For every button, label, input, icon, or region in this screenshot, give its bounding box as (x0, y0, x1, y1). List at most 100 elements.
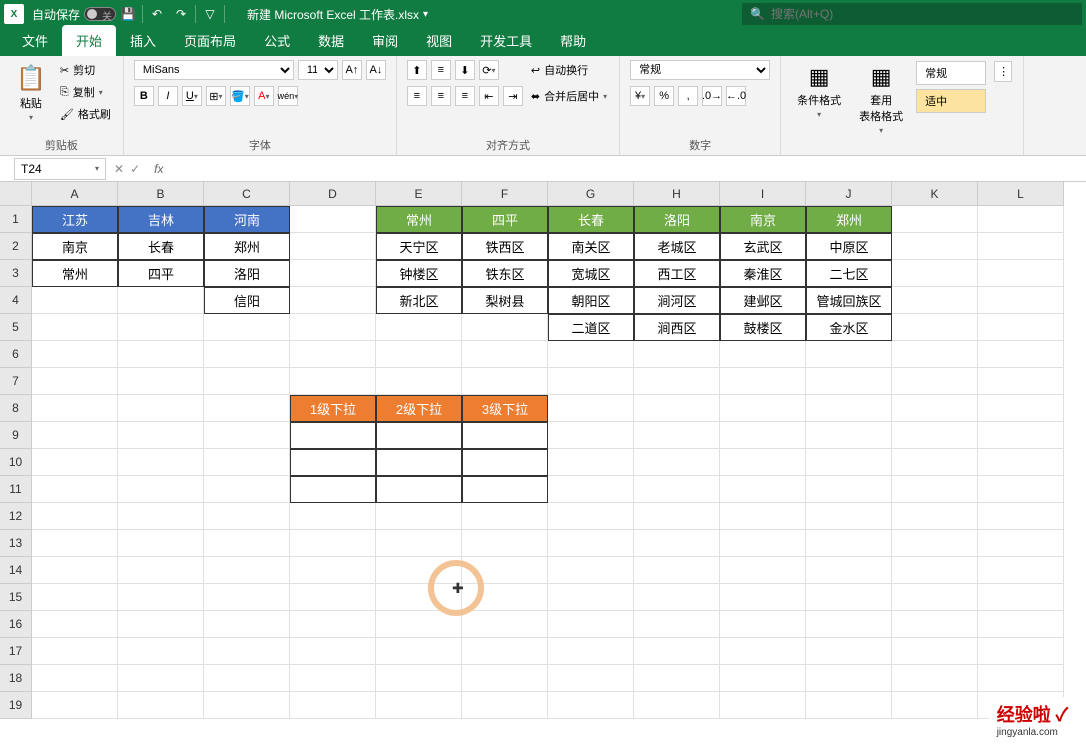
cell[interactable] (376, 584, 462, 611)
tab-data[interactable]: 数据 (304, 25, 358, 56)
cell[interactable] (118, 395, 204, 422)
cell[interactable] (548, 476, 634, 503)
fx-label[interactable]: fx (148, 162, 169, 176)
cell[interactable] (462, 314, 548, 341)
row-header-6[interactable]: 6 (0, 341, 32, 368)
toggle-switch[interactable]: 关 (84, 7, 116, 21)
cell[interactable] (290, 476, 376, 503)
cell[interactable] (290, 557, 376, 584)
cell[interactable] (32, 314, 118, 341)
cell[interactable] (32, 368, 118, 395)
cell[interactable] (978, 584, 1064, 611)
cell[interactable] (892, 233, 978, 260)
cell[interactable] (720, 692, 806, 719)
cell[interactable] (892, 449, 978, 476)
cell[interactable] (806, 395, 892, 422)
cell[interactable] (806, 530, 892, 557)
cell[interactable] (118, 422, 204, 449)
currency-button[interactable]: ¥▾ (630, 86, 650, 106)
orientation-button[interactable]: ⟳▾ (479, 60, 499, 80)
col-header-J[interactable]: J (806, 182, 892, 206)
row-header-17[interactable]: 17 (0, 638, 32, 665)
cell[interactable] (118, 449, 204, 476)
cell[interactable] (118, 665, 204, 692)
cell[interactable] (118, 503, 204, 530)
cell[interactable] (978, 233, 1064, 260)
select-all-corner[interactable] (0, 182, 32, 206)
cell[interactable] (462, 449, 548, 476)
phonetic-button[interactable]: wén▾ (278, 86, 298, 106)
cell[interactable] (634, 449, 720, 476)
cell[interactable]: 南京 (720, 206, 806, 233)
cell[interactable]: 宽城区 (548, 260, 634, 287)
filename-dropdown-icon[interactable]: ▾ (423, 9, 428, 20)
cell[interactable]: 铁西区 (462, 233, 548, 260)
align-left-button[interactable]: ≡ (407, 86, 427, 106)
cell[interactable]: 洛阳 (204, 260, 290, 287)
cell[interactable] (806, 503, 892, 530)
cell[interactable]: 四平 (118, 260, 204, 287)
cell[interactable] (892, 665, 978, 692)
cell[interactable] (204, 665, 290, 692)
cell[interactable] (634, 557, 720, 584)
cell[interactable] (290, 665, 376, 692)
tab-formulas[interactable]: 公式 (250, 25, 304, 56)
cell[interactable] (892, 476, 978, 503)
col-header-H[interactable]: H (634, 182, 720, 206)
tab-review[interactable]: 审阅 (358, 25, 412, 56)
bold-button[interactable]: B (134, 86, 154, 106)
col-header-A[interactable]: A (32, 182, 118, 206)
cell[interactable] (462, 557, 548, 584)
search-box[interactable]: 🔍 (742, 3, 1082, 25)
cell[interactable] (634, 503, 720, 530)
cell[interactable] (376, 611, 462, 638)
underline-button[interactable]: U▾ (182, 86, 202, 106)
cell[interactable] (462, 368, 548, 395)
cell[interactable] (118, 287, 204, 314)
cell[interactable] (376, 314, 462, 341)
cell[interactable]: 信阳 (204, 287, 290, 314)
cell[interactable]: 南京 (32, 233, 118, 260)
cell[interactable]: 长春 (548, 206, 634, 233)
cell[interactable] (118, 368, 204, 395)
cell[interactable] (32, 449, 118, 476)
copy-button[interactable]: ⎘复制▾ (58, 82, 113, 102)
cell[interactable]: 老城区 (634, 233, 720, 260)
cell[interactable] (892, 557, 978, 584)
cell[interactable] (978, 638, 1064, 665)
cell[interactable] (462, 665, 548, 692)
cell[interactable] (978, 422, 1064, 449)
row-header-12[interactable]: 12 (0, 503, 32, 530)
cell[interactable]: 常州 (32, 260, 118, 287)
cells-area[interactable]: ✚ 江苏吉林河南常州四平长春洛阳南京郑州南京长春郑州天宁区铁西区南关区老城区玄武… (32, 206, 1064, 719)
cell[interactable] (376, 476, 462, 503)
cell[interactable] (892, 260, 978, 287)
cell[interactable] (548, 368, 634, 395)
cell-style-ok[interactable]: 适中 (916, 89, 986, 113)
row-header-5[interactable]: 5 (0, 314, 32, 341)
inc-decimal-button[interactable]: .0→ (702, 86, 722, 106)
cell[interactable] (204, 503, 290, 530)
col-header-D[interactable]: D (290, 182, 376, 206)
tab-layout[interactable]: 页面布局 (170, 25, 250, 56)
row-header-4[interactable]: 4 (0, 287, 32, 314)
cell[interactable] (978, 341, 1064, 368)
cut-button[interactable]: ✂剪切 (58, 60, 113, 80)
cell[interactable] (204, 476, 290, 503)
cell[interactable] (462, 692, 548, 719)
col-header-B[interactable]: B (118, 182, 204, 206)
fill-color-button[interactable]: 🪣▾ (230, 86, 250, 106)
cell[interactable] (720, 611, 806, 638)
cell[interactable] (32, 476, 118, 503)
cell[interactable] (118, 638, 204, 665)
cell[interactable] (892, 611, 978, 638)
cell[interactable] (462, 638, 548, 665)
cell[interactable] (548, 611, 634, 638)
cell[interactable]: 1级下拉 (290, 395, 376, 422)
cell[interactable]: 3级下拉 (462, 395, 548, 422)
cell[interactable] (806, 557, 892, 584)
cell[interactable] (634, 341, 720, 368)
cell[interactable]: 二道区 (548, 314, 634, 341)
align-top-button[interactable]: ⬆ (407, 60, 427, 80)
filter-icon[interactable]: ▽ (198, 2, 222, 26)
